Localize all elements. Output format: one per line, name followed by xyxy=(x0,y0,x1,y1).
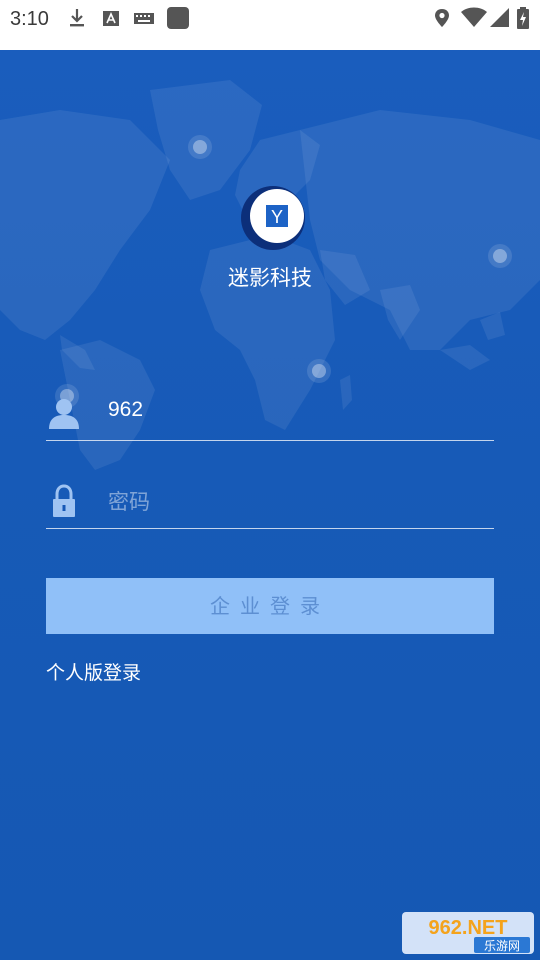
status-bar: 3:10 xyxy=(0,0,540,50)
site-watermark: 962.NET 乐游网 xyxy=(402,912,534,954)
app-square-icon xyxy=(167,7,189,29)
status-time: 3:10 xyxy=(10,8,49,30)
font-a-icon xyxy=(103,11,119,26)
password-field[interactable]: 密码 xyxy=(46,472,494,529)
logo-icon: Y xyxy=(241,186,305,250)
battery-charging-icon xyxy=(517,7,529,29)
watermark-bottom: 乐游网 xyxy=(484,939,520,953)
username-field[interactable]: 962 xyxy=(46,384,494,441)
logo-letter: Y xyxy=(271,207,283,227)
username-value[interactable]: 962 xyxy=(108,398,143,422)
enterprise-login-button[interactable]: 企业登录 xyxy=(46,578,494,634)
signal-icon xyxy=(490,8,509,27)
personal-login-link[interactable]: 个人版登录 xyxy=(46,658,141,685)
user-icon xyxy=(49,399,79,429)
password-placeholder[interactable]: 密码 xyxy=(108,486,150,516)
login-screen: Y 迷影科技 962 密码 企业登录 个人版登录 962.NET 乐游网 xyxy=(0,50,540,960)
watermark-top: 962.NET xyxy=(429,917,508,939)
keyboard-icon xyxy=(134,13,154,24)
wifi-icon xyxy=(461,7,487,27)
lock-icon xyxy=(53,484,75,517)
app-name: 迷影科技 xyxy=(228,266,312,290)
download-icon xyxy=(70,9,84,27)
app-logo: Y xyxy=(241,186,305,250)
location-icon xyxy=(435,9,449,27)
